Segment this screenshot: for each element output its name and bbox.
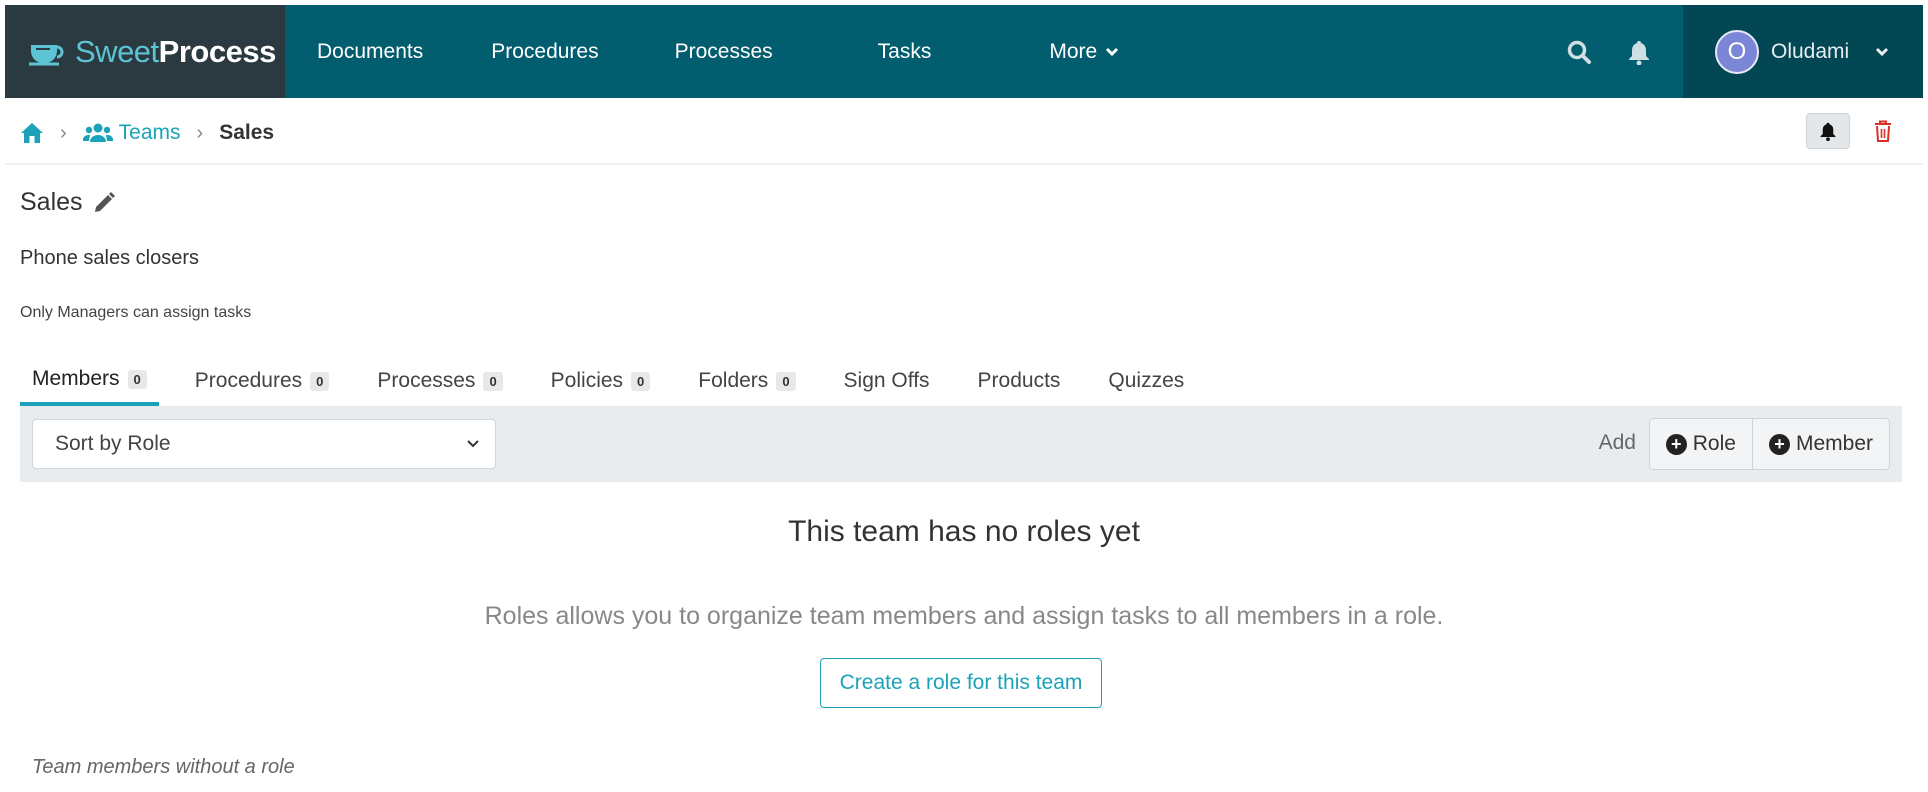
tab-sign-offs[interactable]: Sign Offs bbox=[832, 362, 942, 406]
header-divider bbox=[5, 163, 1923, 165]
nav-processes[interactable]: Processes bbox=[675, 40, 773, 64]
count-badge: 0 bbox=[127, 369, 147, 389]
breadcrumb-teams-link[interactable]: Teams bbox=[82, 121, 181, 145]
tab-processes[interactable]: Processes 0 bbox=[365, 362, 514, 406]
notification-bell-icon[interactable] bbox=[1619, 32, 1659, 72]
members-toolbar: Sort by Role Add + Role + Member bbox=[20, 406, 1902, 482]
create-role-button[interactable]: Create a role for this team bbox=[820, 658, 1102, 708]
add-role-button[interactable]: + Role bbox=[1650, 419, 1752, 469]
tab-procedures[interactable]: Procedures 0 bbox=[183, 362, 342, 406]
tab-folders[interactable]: Folders 0 bbox=[686, 362, 807, 406]
header-actions bbox=[1806, 113, 1898, 149]
brand-logo-link[interactable]: SweetProcess bbox=[5, 5, 285, 98]
empty-state-title: This team has no roles yet bbox=[788, 515, 1140, 548]
count-badge: 0 bbox=[483, 371, 503, 391]
user-menu[interactable]: O Oludami bbox=[1683, 5, 1923, 98]
chevron-down-icon bbox=[1876, 47, 1889, 56]
tab-products[interactable]: Products bbox=[966, 362, 1073, 406]
team-tabs: Members 0 Procedures 0 Processes 0 Policies… bbox=[20, 362, 1220, 406]
teacup-logo-icon bbox=[29, 44, 64, 65]
tab-policies[interactable]: Policies 0 bbox=[539, 362, 663, 406]
add-label: Add bbox=[1598, 431, 1636, 454]
sort-select[interactable]: Sort by Role bbox=[32, 419, 496, 469]
top-navbar: SweetProcess Documents Procedures Proces… bbox=[5, 5, 1923, 98]
nav-tasks[interactable]: Tasks bbox=[878, 40, 932, 64]
avatar: O bbox=[1715, 29, 1759, 74]
members-without-role-heading: Team members without a role bbox=[32, 756, 295, 778]
empty-state-text: Roles allows you to organize team member… bbox=[484, 602, 1444, 630]
nav-menu: Documents Procedures Processes Tasks Mor… bbox=[285, 5, 1559, 98]
trash-icon bbox=[1875, 120, 1891, 142]
team-note: Only Managers can assign tasks bbox=[20, 304, 252, 321]
add-button-group: + Role + Member bbox=[1648, 418, 1890, 470]
delete-button[interactable] bbox=[1868, 113, 1898, 149]
breadcrumb-separator: › bbox=[60, 121, 67, 144]
page-title: Sales bbox=[20, 188, 115, 217]
count-badge: 0 bbox=[631, 371, 651, 391]
breadcrumb-current: Sales bbox=[219, 121, 275, 144]
breadcrumb: › Teams › Sales bbox=[20, 118, 274, 148]
users-icon bbox=[82, 123, 113, 142]
home-icon bbox=[21, 123, 43, 143]
tab-members[interactable]: Members 0 bbox=[20, 362, 159, 406]
subscribe-button[interactable] bbox=[1806, 113, 1850, 149]
search-icon[interactable] bbox=[1559, 32, 1599, 72]
plus-circle-icon: + bbox=[1768, 433, 1790, 455]
breadcrumb-separator: › bbox=[196, 121, 204, 144]
tab-quizzes[interactable]: Quizzes bbox=[1096, 362, 1196, 406]
nav-procedures[interactable]: Procedures bbox=[491, 40, 598, 64]
bell-icon bbox=[1820, 122, 1836, 141]
chevron-down-icon bbox=[467, 440, 479, 448]
nav-documents[interactable]: Documents bbox=[317, 40, 423, 64]
count-badge: 0 bbox=[310, 371, 330, 391]
brand-name: SweetProcess bbox=[75, 33, 276, 69]
nav-right: O Oludami bbox=[1559, 5, 1923, 98]
team-description: Phone sales closers bbox=[20, 247, 199, 269]
plus-circle-icon: + bbox=[1665, 433, 1687, 455]
nav-more[interactable]: More bbox=[1049, 40, 1119, 64]
pencil-icon[interactable] bbox=[93, 191, 115, 214]
team-name: Sales bbox=[20, 188, 83, 216]
chevron-down-icon bbox=[1106, 47, 1119, 56]
add-member-button[interactable]: + Member bbox=[1751, 419, 1889, 469]
user-name: Oludami bbox=[1771, 39, 1850, 63]
home-link[interactable] bbox=[20, 122, 44, 144]
count-badge: 0 bbox=[776, 371, 796, 391]
